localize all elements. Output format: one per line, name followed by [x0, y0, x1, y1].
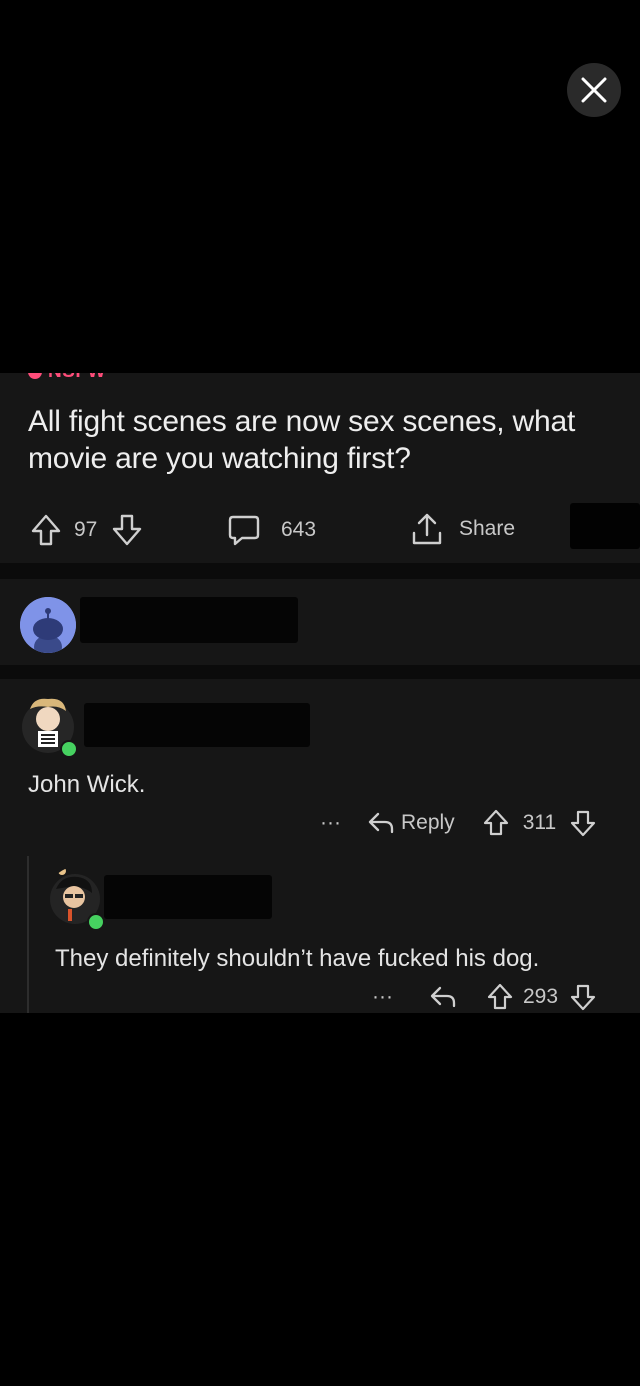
redacted-username — [104, 875, 272, 919]
downvote-icon[interactable] — [570, 983, 596, 1011]
snoo-avatar-icon — [20, 597, 76, 653]
post-card: NSFW All fight scenes are now sex scenes… — [0, 373, 640, 1013]
redacted-username — [80, 597, 298, 643]
comment-count: 643 — [281, 518, 317, 541]
downvote-icon[interactable] — [111, 513, 143, 547]
nsfw-label: NSFW — [48, 373, 106, 383]
comment-actions: ··· 293 — [372, 983, 596, 1011]
comment-score: 293 — [522, 985, 559, 1008]
comment-icon — [227, 513, 261, 547]
avatar[interactable] — [20, 597, 76, 653]
post-title[interactable]: All fight scenes are now sex scenes, wha… — [28, 403, 608, 477]
upvote-icon[interactable] — [487, 983, 513, 1011]
nsfw-tag: NSFW — [28, 373, 106, 383]
close-button[interactable] — [567, 63, 621, 117]
online-indicator — [87, 913, 105, 931]
redacted-username — [84, 703, 310, 747]
comment-score: 311 — [522, 811, 557, 834]
comment-actions: ··· Reply 311 — [320, 809, 596, 837]
thread-line — [27, 856, 29, 1013]
downvote-icon[interactable] — [570, 809, 596, 837]
share-button[interactable]: Share — [410, 511, 515, 547]
more-options-button[interactable]: ··· — [372, 985, 393, 1009]
more-options-button[interactable]: ··· — [320, 811, 341, 835]
divider — [0, 563, 640, 579]
share-icon — [410, 511, 444, 547]
reply-button[interactable]: Reply — [401, 811, 455, 835]
comments-button[interactable]: 643 — [227, 513, 316, 547]
upvote-icon[interactable] — [30, 513, 62, 547]
share-label: Share — [459, 517, 516, 540]
upvote-count: 97 — [74, 518, 98, 541]
comment-text: John Wick. — [28, 771, 146, 798]
divider — [0, 665, 640, 679]
post-actions: 97 643 Share — [0, 505, 640, 555]
reply-icon[interactable] — [367, 810, 395, 836]
reply-icon[interactable] — [429, 984, 457, 1010]
redacted-award — [570, 503, 640, 549]
online-indicator — [60, 740, 78, 758]
upvote-icon[interactable] — [483, 809, 509, 837]
upvote-group: 97 — [30, 513, 143, 547]
close-icon — [581, 77, 607, 103]
nsfw-icon — [28, 373, 42, 379]
comment-text: They definitely shouldn’t have fucked hi… — [55, 945, 540, 972]
